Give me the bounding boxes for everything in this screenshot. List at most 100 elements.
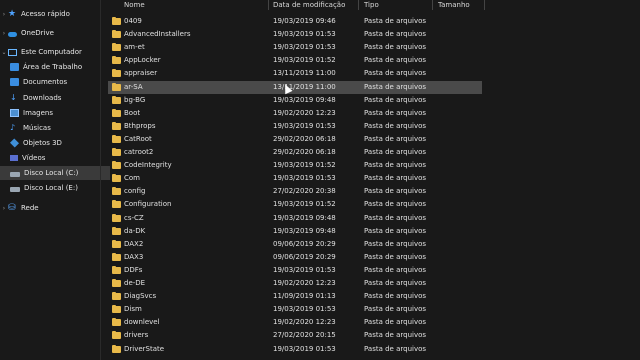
table-row[interactable]: Configuration 19/03/2019 01:52 Pasta de ar… bbox=[108, 198, 482, 211]
folder-icon bbox=[112, 174, 121, 183]
sidebar-item-network[interactable]: › ⛁ Rede bbox=[0, 201, 100, 215]
sidebar-item-downloads[interactable]: ↓ Downloads bbox=[0, 91, 110, 105]
modified-date: 27/02/2020 20:38 bbox=[273, 187, 336, 196]
folder-icon bbox=[112, 344, 121, 353]
table-row[interactable]: Bthprops 19/03/2019 01:53 Pasta de arquivo… bbox=[108, 120, 482, 133]
network-icon: ⛁ bbox=[8, 203, 16, 213]
file-type: Pasta de arquivos bbox=[364, 121, 427, 130]
table-row[interactable]: AdvancedInstallers 19/03/2019 01:53 Pasta … bbox=[108, 28, 482, 41]
sidebar-item-videos[interactable]: Vídeos bbox=[0, 151, 110, 165]
file-name: DAX3 bbox=[124, 252, 144, 261]
sidebar-item-music[interactable]: ♪ Músicas bbox=[0, 121, 110, 135]
table-row[interactable]: DriverState 19/03/2019 01:53 Pasta de arqu… bbox=[108, 343, 482, 356]
sidebar-item-label: Vídeos bbox=[22, 154, 46, 162]
chevron-right-icon[interactable]: › bbox=[0, 205, 8, 212]
file-type: Pasta de arquivos bbox=[364, 30, 427, 39]
folder-icon bbox=[112, 56, 121, 65]
column-separator[interactable] bbox=[484, 0, 485, 10]
sidebar-item-label: Documentos bbox=[23, 78, 68, 86]
table-row[interactable]: am-et 19/03/2019 01:53 Pasta de arquivos bbox=[108, 41, 482, 54]
sidebar-item-label: Disco Local (C:) bbox=[24, 169, 79, 177]
column-separator[interactable] bbox=[268, 0, 269, 10]
column-separator[interactable] bbox=[432, 0, 433, 10]
file-type: Pasta de arquivos bbox=[364, 252, 427, 261]
table-row[interactable]: drivers 27/02/2020 20:15 Pasta de arquivos bbox=[108, 329, 482, 342]
sidebar-item-quick-access[interactable]: › ★ Acesso rápido bbox=[0, 7, 100, 21]
modified-date: 19/03/2019 01:53 bbox=[273, 265, 336, 274]
sidebar-item-drive-e[interactable]: Disco Local (E:) bbox=[0, 181, 110, 195]
chevron-right-icon[interactable]: › bbox=[0, 11, 8, 18]
file-name: AdvancedInstallers bbox=[124, 30, 191, 39]
file-type: Pasta de arquivos bbox=[364, 82, 427, 91]
table-row[interactable]: 0409 19/03/2019 09:46 Pasta de arquivos bbox=[108, 15, 482, 28]
column-header-type[interactable]: Tipo bbox=[364, 0, 379, 10]
sidebar-item-pictures[interactable]: Imagens bbox=[0, 106, 110, 120]
file-name: DiagSvcs bbox=[124, 292, 157, 301]
folder-icon bbox=[112, 213, 121, 222]
folder-icon bbox=[112, 265, 121, 274]
table-row[interactable]: bg-BG 19/03/2019 09:48 Pasta de arquivos bbox=[108, 94, 482, 107]
column-header-date[interactable]: Data de modificação bbox=[273, 0, 345, 10]
file-type: Pasta de arquivos bbox=[364, 17, 427, 25]
file-name: Dism bbox=[124, 305, 142, 314]
sidebar-item-drive-c[interactable]: Disco Local (C:) bbox=[0, 166, 110, 180]
file-type: Pasta de arquivos bbox=[364, 187, 427, 196]
file-name: Boot bbox=[124, 108, 141, 117]
sidebar-item-onedrive[interactable]: › OneDrive bbox=[0, 26, 100, 40]
folder-icon bbox=[112, 69, 121, 78]
sidebar-item-desktop[interactable]: Área de Trabalho bbox=[0, 60, 110, 74]
table-row[interactable]: appraiser 13/11/2019 11:00 Pasta de arquiv… bbox=[108, 67, 482, 80]
sidebar-item-this-pc[interactable]: ⌄ Este Computador bbox=[0, 45, 100, 59]
folder-icon bbox=[112, 318, 121, 327]
table-row[interactable]: CodeIntegrity 19/03/2019 01:52 Pasta de ar… bbox=[108, 159, 482, 172]
sidebar-item-3d-objects[interactable]: Objetos 3D bbox=[0, 136, 110, 150]
column-separator[interactable] bbox=[358, 0, 359, 10]
modified-date: 19/03/2019 01:53 bbox=[273, 121, 336, 130]
table-row[interactable]: ar-SA 13/11/2019 11:00 Pasta de arquivos bbox=[108, 80, 482, 94]
sidebar-item-label: Rede bbox=[21, 204, 39, 212]
column-header-size[interactable]: Tamanho bbox=[438, 0, 470, 10]
modified-date: 19/03/2019 01:53 bbox=[273, 344, 336, 353]
table-row[interactable]: downlevel 19/02/2020 12:23 Pasta de arquiv… bbox=[108, 316, 482, 329]
table-row[interactable]: da-DK 19/03/2019 09:48 Pasta de arquivos bbox=[108, 225, 482, 238]
folder-icon bbox=[112, 161, 121, 170]
table-row[interactable]: catroot2 29/02/2020 06:18 Pasta de arquivo… bbox=[108, 146, 482, 159]
file-name: drivers bbox=[124, 331, 149, 340]
folder-icon bbox=[112, 226, 121, 235]
file-name: DAX2 bbox=[124, 239, 144, 248]
chevron-down-icon[interactable]: ⌄ bbox=[0, 49, 8, 56]
table-row[interactable]: cs-CZ 19/03/2019 09:48 Pasta de arquivos bbox=[108, 212, 482, 225]
sidebar-item-label: Imagens bbox=[23, 109, 54, 117]
table-row[interactable]: CatRoot 29/02/2020 06:18 Pasta de arquivos bbox=[108, 133, 482, 146]
table-row[interactable]: de-DE 19/02/2020 12:23 Pasta de arquivos bbox=[108, 277, 482, 290]
file-name: 0409 bbox=[124, 17, 142, 25]
folder-icon bbox=[112, 30, 121, 39]
table-row[interactable]: Dism 19/03/2019 01:53 Pasta de arquivos bbox=[108, 303, 482, 316]
column-header-name[interactable]: Nome bbox=[124, 0, 145, 10]
file-name: cs-CZ bbox=[124, 213, 144, 222]
pane-divider[interactable] bbox=[100, 0, 101, 360]
file-name: DDFs bbox=[124, 265, 143, 274]
table-row[interactable]: DAX3 09/06/2019 20:29 Pasta de arquivos bbox=[108, 251, 482, 264]
pictures-icon bbox=[10, 109, 19, 117]
sidebar-item-documents[interactable]: Documentos bbox=[0, 75, 110, 89]
file-name: AppLocker bbox=[124, 56, 161, 65]
table-row[interactable]: DDFs 19/03/2019 01:53 Pasta de arquivos bbox=[108, 264, 482, 277]
modified-date: 19/03/2019 01:52 bbox=[273, 200, 336, 209]
sidebar-item-label: Objetos 3D bbox=[23, 139, 62, 147]
table-row[interactable]: Com 19/03/2019 01:53 Pasta de arquivos bbox=[108, 172, 482, 185]
table-row[interactable]: DiagSvcs 11/09/2019 01:13 Pasta de arquivo… bbox=[108, 290, 482, 303]
file-type: Pasta de arquivos bbox=[364, 174, 427, 183]
table-row[interactable]: config 27/02/2020 20:38 Pasta de arquivos bbox=[108, 185, 482, 198]
table-row[interactable]: AppLocker 19/03/2019 01:52 Pasta de arquiv… bbox=[108, 54, 482, 67]
sidebar-item-label: Músicas bbox=[23, 124, 51, 132]
file-name: Configuration bbox=[124, 200, 172, 209]
file-type: Pasta de arquivos bbox=[364, 331, 427, 340]
chevron-right-icon[interactable]: › bbox=[0, 30, 8, 37]
modified-date: 29/02/2020 06:18 bbox=[273, 148, 336, 156]
table-row[interactable]: DAX2 09/06/2019 20:29 Pasta de arquivos bbox=[108, 238, 482, 251]
table-row[interactable]: Boot 19/02/2020 12:23 Pasta de arquivos bbox=[108, 107, 482, 120]
file-type: Pasta de arquivos bbox=[364, 279, 427, 287]
file-type: Pasta de arquivos bbox=[364, 43, 427, 52]
folder-icon bbox=[112, 95, 121, 104]
